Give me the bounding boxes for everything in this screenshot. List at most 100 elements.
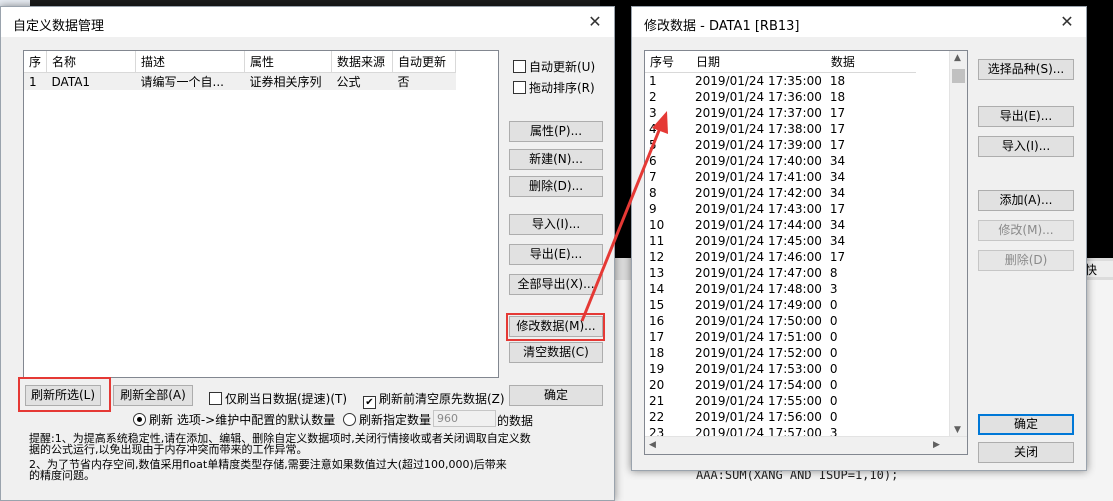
data-records-list: 序号 日期 数据 1 2019/01/24 17:35:00 18 2 2019/01/… — [644, 50, 968, 455]
cell-seq: 2 — [649, 90, 657, 104]
col-header-name[interactable]: 名称 — [46, 51, 137, 73]
cell-date: 2019/01/24 17:49:00 — [695, 298, 822, 312]
table-row[interactable]: 20 2019/01/24 17:54:00 0 — [645, 377, 916, 393]
table-row[interactable]: 15 2019/01/24 17:49:00 0 — [645, 297, 916, 313]
cell-date: 2019/01/24 17:38:00 — [695, 122, 822, 136]
cell-value: 34 — [829, 186, 846, 200]
scroll-thumb[interactable] — [952, 69, 965, 83]
horizontal-scrollbar[interactable]: ◀ ▶ — [645, 436, 967, 454]
checkmark-icon[interactable]: ✔ — [363, 396, 376, 409]
cell-seq: 6 — [649, 154, 657, 168]
scroll-left-icon[interactable]: ◀ — [649, 440, 656, 450]
table-row[interactable]: 5 2019/01/24 17:39:00 17 — [645, 137, 916, 153]
radio-unselected[interactable] — [343, 413, 356, 426]
import-button[interactable]: 导入(I)... — [509, 214, 603, 235]
table-row[interactable]: 1 2019/01/24 17:35:00 18 — [645, 73, 916, 90]
ok-button[interactable]: 确定 — [509, 385, 603, 406]
export-all-button[interactable]: 全部导出(X)... — [509, 274, 603, 295]
table-row[interactable]: 4 2019/01/24 17:38:00 17 — [645, 121, 916, 137]
cell-value: 0 — [829, 298, 838, 312]
select-variety-button[interactable]: 选择品种(S)... — [978, 59, 1074, 80]
scroll-right-icon[interactable]: ▶ — [933, 440, 940, 450]
cell-date: 2019/01/24 17:55:00 — [695, 394, 822, 408]
vertical-scrollbar[interactable]: ▲ ▼ — [949, 51, 967, 437]
modify-button[interactable]: 修改(M)... — [978, 220, 1074, 241]
refresh-default-radio[interactable]: 刷新 选项->维护中配置的默认数量 — [133, 411, 335, 428]
close-icon[interactable]: ✕ — [584, 12, 606, 32]
add-button[interactable]: 添加(A)... — [978, 190, 1074, 211]
hint-line: 2、为了节省内存空间,数值采用float单精度类型存储,需要注意如果数值过大(超… — [29, 458, 507, 471]
col-header-desc[interactable]: 描述 — [135, 51, 246, 73]
checkbox-box[interactable] — [209, 392, 222, 405]
cell-attr: 证券相关序列 — [249, 75, 322, 89]
cell-value: 0 — [829, 410, 838, 424]
cell-date: 2019/01/24 17:45:00 — [695, 234, 822, 248]
checkbox-box[interactable] — [513, 60, 526, 73]
table-row[interactable]: 3 2019/01/24 17:37:00 17 — [645, 105, 916, 121]
cell-date: 2019/01/24 17:54:00 — [695, 378, 822, 392]
table-row[interactable]: 14 2019/01/24 17:48:00 3 — [645, 281, 916, 297]
table-row[interactable]: 17 2019/01/24 17:51:00 0 — [645, 329, 916, 345]
col-header-attr[interactable]: 属性 — [244, 51, 333, 73]
table-row[interactable]: 19 2019/01/24 17:53:00 0 — [645, 361, 916, 377]
radio-selected[interactable] — [133, 413, 146, 426]
drag-sort-checkbox[interactable]: 拖动排序(R) — [513, 79, 595, 96]
new-button[interactable]: 新建(N)... — [509, 149, 603, 170]
table-row[interactable]: 2 2019/01/24 17:36:00 18 — [645, 89, 916, 105]
delete-button[interactable]: 删除(D) — [978, 250, 1074, 271]
col-header-auto-update[interactable]: 自动更新 — [392, 51, 457, 73]
cell-seq: 13 — [649, 266, 665, 280]
table-row[interactable]: 11 2019/01/24 17:45:00 34 — [645, 233, 916, 249]
modify-data-highlight — [506, 313, 605, 341]
col-header-index[interactable]: 序 — [24, 51, 48, 73]
scroll-up-icon[interactable]: ▲ — [954, 53, 961, 63]
table-row[interactable]: 9 2019/01/24 17:43:00 17 — [645, 201, 916, 217]
cell-date: 2019/01/24 17:48:00 — [695, 282, 822, 296]
auto-update-checkbox[interactable]: 自动更新(U) — [513, 58, 595, 75]
only-today-checkbox[interactable]: 仅刷当日数据(提速)(T) — [209, 390, 347, 407]
cell-value: 17 — [829, 250, 846, 264]
col-header-seq[interactable]: 序号 — [645, 51, 691, 73]
quick-button[interactable]: 快 — [1085, 261, 1113, 277]
table-row[interactable]: 21 2019/01/24 17:55:00 0 — [645, 393, 916, 409]
scroll-down-icon[interactable]: ▼ — [954, 425, 961, 435]
import-button[interactable]: 导入(I)... — [978, 136, 1074, 157]
table-row[interactable]: 6 2019/01/24 17:40:00 34 — [645, 153, 916, 169]
table-row[interactable]: 13 2019/01/24 17:47:00 8 — [645, 265, 916, 281]
modify-data-dialog: 修改数据 - DATA1 [RB13] ✕ 序号 日期 数据 1 2019/01/… — [631, 6, 1087, 471]
cell-value: 0 — [829, 346, 838, 360]
ok-button[interactable]: 确定 — [978, 414, 1074, 435]
table-row[interactable]: 18 2019/01/24 17:52:00 0 — [645, 345, 916, 361]
table-row[interactable]: 12 2019/01/24 17:46:00 17 — [645, 249, 916, 265]
refresh-specified-radio[interactable]: 刷新指定数量 — [343, 411, 431, 428]
dialog-titlebar: 修改数据 - DATA1 [RB13] ✕ — [632, 7, 1086, 37]
attributes-button[interactable]: 属性(P)... — [509, 121, 603, 142]
refresh-all-button[interactable]: 刷新全部(A) — [113, 385, 193, 406]
delete-button[interactable]: 删除(D)... — [509, 176, 603, 197]
close-button[interactable]: 关闭 — [978, 442, 1074, 463]
table-row[interactable]: 7 2019/01/24 17:41:00 34 — [645, 169, 916, 185]
table-row[interactable]: 16 2019/01/24 17:50:00 0 — [645, 313, 916, 329]
cell-seq: 7 — [649, 170, 657, 184]
cell-date: 2019/01/24 17:46:00 — [695, 250, 822, 264]
cell-value: 17 — [829, 122, 846, 136]
clear-data-button[interactable]: 清空数据(C) — [509, 342, 603, 363]
table-row[interactable]: 10 2019/01/24 17:44:00 34 — [645, 217, 916, 233]
cell-seq: 4 — [649, 122, 657, 136]
col-header-value[interactable]: 数据 — [825, 51, 916, 73]
specified-count-field[interactable]: 960 — [433, 410, 496, 427]
export-button[interactable]: 导出(E)... — [509, 244, 603, 265]
close-icon[interactable]: ✕ — [1056, 12, 1078, 32]
cell-value: 0 — [829, 378, 838, 392]
table-row[interactable]: 1 DATA1 请编写一个自... 证券相关序列 公式 否 — [24, 72, 456, 90]
col-header-source[interactable]: 数据来源 — [331, 51, 394, 73]
checkbox-box[interactable] — [513, 81, 526, 94]
clear-before-refresh-checkbox[interactable]: ✔ 刷新前清空原先数据(Z) — [363, 390, 505, 409]
cell-value: 0 — [829, 394, 838, 408]
table-row[interactable]: 22 2019/01/24 17:56:00 0 — [645, 409, 916, 425]
cell-value: 34 — [829, 218, 846, 232]
col-header-date[interactable]: 日期 — [691, 51, 826, 73]
hint-line: 据的公式运行,以免出现由于内存冲突而带来的工作异常。 — [29, 443, 308, 456]
export-button[interactable]: 导出(E)... — [978, 106, 1074, 127]
table-row[interactable]: 8 2019/01/24 17:42:00 34 — [645, 185, 916, 201]
